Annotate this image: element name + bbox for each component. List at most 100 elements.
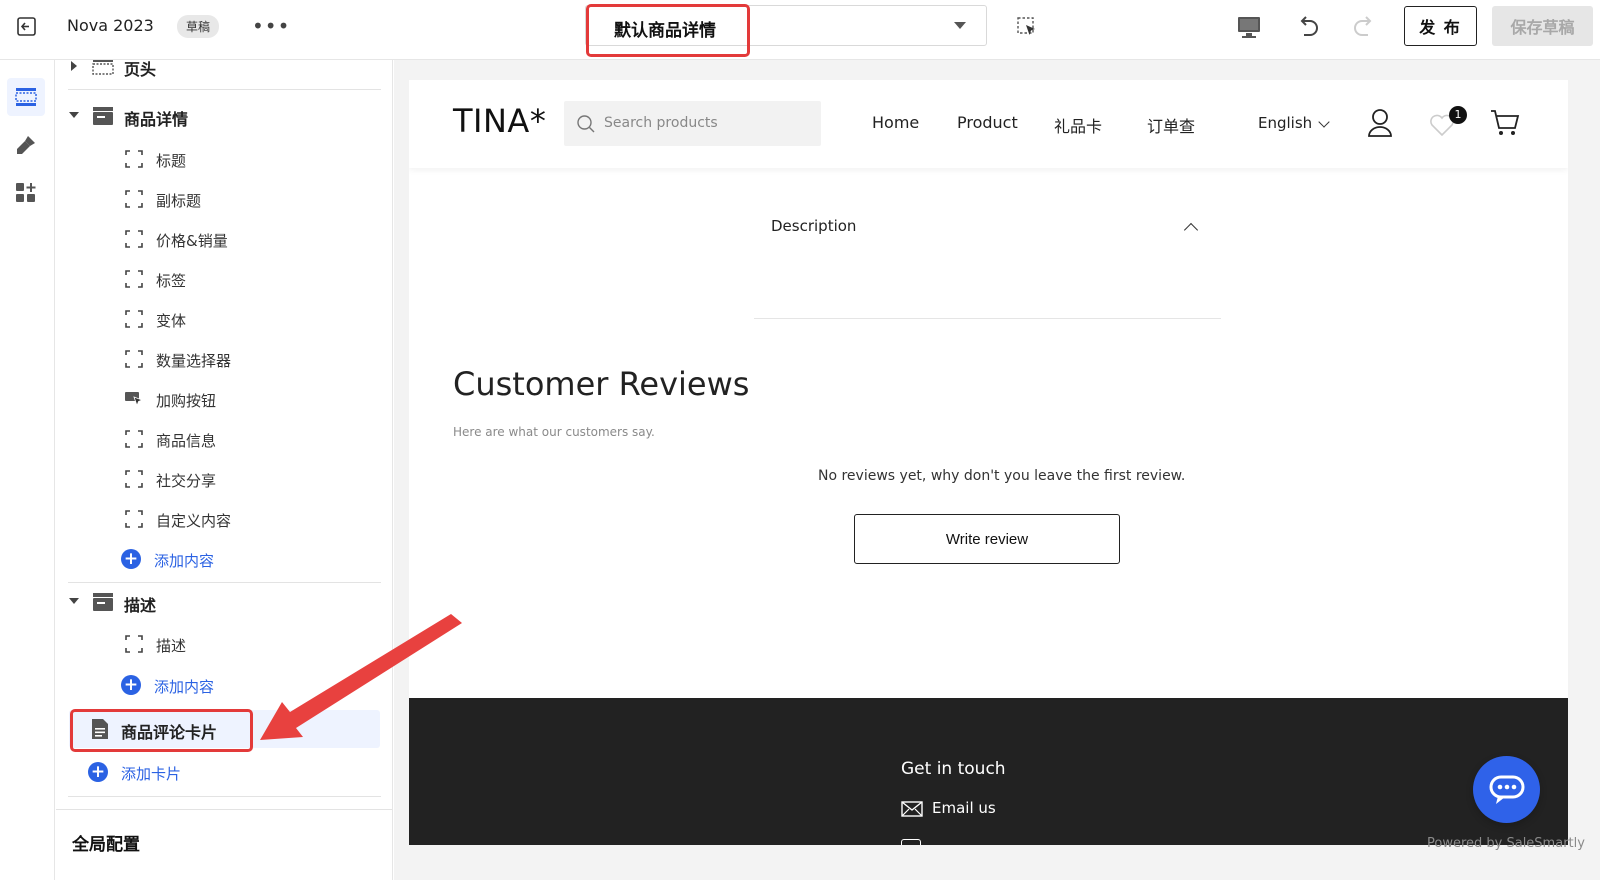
storefront-preview: TINA* Search products Home Product 礼品卡 订… bbox=[409, 80, 1568, 845]
block-item[interactable]: 加购按钮 bbox=[56, 383, 392, 415]
store-footer: Get in touch Email us bbox=[409, 698, 1568, 845]
block-item[interactable]: 数量选择器 bbox=[56, 343, 392, 375]
chevron-up-icon[interactable] bbox=[1183, 222, 1199, 238]
top-toolbar: Nova 2023 草稿 ••• 默认商品详情 发 布 保存草稿 bbox=[0, 0, 1600, 60]
block-item[interactable]: 描述 bbox=[56, 628, 392, 660]
divider bbox=[68, 89, 381, 90]
block-bracket-icon bbox=[125, 430, 143, 448]
block-item[interactable]: 价格&销量 bbox=[56, 223, 392, 255]
add-content-label: 添加内容 bbox=[154, 552, 215, 570]
block-label: 商品信息 bbox=[156, 432, 217, 450]
account-icon[interactable] bbox=[1367, 108, 1393, 138]
group-header[interactable]: 页头 bbox=[56, 60, 392, 82]
add-card-button[interactable]: + 添加卡片 bbox=[56, 756, 392, 788]
global-config-heading[interactable]: 全局配置 bbox=[72, 830, 140, 855]
block-bracket-icon bbox=[125, 190, 143, 208]
annotation-highlight-card bbox=[70, 709, 253, 752]
layout-sections-icon bbox=[15, 88, 37, 106]
block-label: 描述 bbox=[156, 637, 187, 655]
more-menu-button[interactable]: ••• bbox=[252, 14, 290, 38]
chevron-down-icon bbox=[1318, 116, 1330, 128]
block-item[interactable]: 自定义内容 bbox=[56, 503, 392, 535]
element-picker-icon[interactable] bbox=[1016, 16, 1038, 38]
footer-title: Get in touch bbox=[901, 759, 1006, 779]
add-content-button[interactable]: + 添加内容 bbox=[56, 543, 392, 575]
search-placeholder: Search products bbox=[604, 115, 718, 131]
add-card-label: 添加卡片 bbox=[121, 765, 182, 783]
block-bracket-icon bbox=[125, 230, 143, 248]
group-label: 描述 bbox=[124, 596, 157, 615]
nav-gift-card[interactable]: 礼品卡 bbox=[1054, 113, 1102, 137]
annotation-highlight-template bbox=[586, 4, 750, 57]
reviews-subtitle: Here are what our customers say. bbox=[453, 425, 655, 439]
add-content-button[interactable]: + 添加内容 bbox=[56, 669, 392, 701]
store-logo[interactable]: TINA* bbox=[453, 102, 546, 140]
chevron-down-icon[interactable] bbox=[69, 598, 79, 604]
store-header: TINA* Search products Home Product 礼品卡 订… bbox=[409, 80, 1568, 168]
block-bracket-icon bbox=[125, 510, 143, 528]
block-label: 社交分享 bbox=[156, 472, 217, 490]
divider bbox=[754, 318, 1221, 319]
rail-sections-tab[interactable] bbox=[7, 78, 45, 116]
block-item[interactable]: 社交分享 bbox=[56, 463, 392, 495]
sections-panel: 页头 商品详情 标题副标题价格&销量标签变体数量选择器加购按钮商品信息社交分享自… bbox=[56, 60, 393, 880]
nav-home[interactable]: Home bbox=[872, 113, 919, 132]
publish-button[interactable]: 发 布 bbox=[1404, 6, 1477, 46]
chat-bubble-icon bbox=[1489, 775, 1525, 804]
rail-theme-tab[interactable] bbox=[7, 126, 45, 164]
footer-email-link[interactable]: Email us bbox=[932, 799, 996, 817]
divider bbox=[68, 582, 381, 583]
search-input[interactable]: Search products bbox=[564, 101, 821, 146]
preview-canvas: TINA* Search products Home Product 礼品卡 订… bbox=[394, 60, 1600, 880]
apps-add-icon bbox=[16, 183, 36, 202]
theme-brush-icon bbox=[17, 136, 35, 154]
save-draft-button[interactable]: 保存草稿 bbox=[1492, 6, 1593, 46]
exit-editor-icon[interactable] bbox=[14, 14, 40, 40]
reviews-title: Customer Reviews bbox=[453, 365, 750, 403]
search-icon bbox=[577, 115, 595, 133]
desktop-preview-icon[interactable] bbox=[1236, 15, 1262, 39]
wishlist-count-badge: 1 bbox=[1449, 106, 1467, 124]
block-item[interactable]: 标题 bbox=[56, 143, 392, 175]
language-select[interactable]: English bbox=[1258, 114, 1312, 132]
block-item[interactable]: 变体 bbox=[56, 303, 392, 335]
email-icon bbox=[901, 801, 923, 817]
group-label: 页头 bbox=[124, 60, 157, 79]
section-box-icon bbox=[93, 107, 113, 125]
block-label: 变体 bbox=[156, 312, 187, 330]
nav-product[interactable]: Product bbox=[957, 113, 1018, 132]
description-accordion-title[interactable]: Description bbox=[771, 217, 856, 235]
draft-badge: 草稿 bbox=[177, 15, 220, 38]
block-bracket-icon bbox=[125, 150, 143, 168]
cart-icon[interactable] bbox=[1490, 109, 1520, 137]
group-product-detail[interactable]: 商品详情 bbox=[56, 102, 392, 132]
chat-widget-button[interactable] bbox=[1473, 756, 1540, 823]
block-bracket-icon bbox=[125, 270, 143, 288]
block-bracket-icon bbox=[125, 470, 143, 488]
block-bracket-icon bbox=[125, 310, 143, 328]
chat-line-icon bbox=[901, 839, 921, 845]
write-review-button[interactable]: Write review bbox=[854, 514, 1120, 564]
redo-icon[interactable] bbox=[1350, 12, 1378, 40]
block-item[interactable]: 商品信息 bbox=[56, 423, 392, 455]
add-content-label: 添加内容 bbox=[154, 678, 215, 696]
undo-icon[interactable] bbox=[1294, 12, 1322, 40]
block-label: 价格&销量 bbox=[156, 232, 228, 250]
chevron-down-icon bbox=[954, 22, 966, 29]
group-description[interactable]: 描述 bbox=[56, 588, 392, 618]
block-label: 副标题 bbox=[156, 192, 202, 210]
rail-apps-tab[interactable] bbox=[7, 174, 45, 212]
chevron-down-icon[interactable] bbox=[69, 112, 79, 118]
group-label: 商品详情 bbox=[124, 110, 189, 129]
header-section-icon bbox=[92, 60, 114, 75]
block-item[interactable]: 副标题 bbox=[56, 183, 392, 215]
block-label: 标题 bbox=[156, 152, 187, 170]
plus-circle-icon: + bbox=[121, 549, 141, 569]
block-item[interactable]: 标签 bbox=[56, 263, 392, 295]
app-title: Nova 2023 bbox=[67, 16, 154, 35]
chevron-right-icon[interactable] bbox=[71, 61, 77, 71]
nav-order-lookup[interactable]: 订单查 bbox=[1147, 113, 1195, 137]
left-rail bbox=[0, 60, 55, 880]
block-bracket-icon bbox=[125, 350, 143, 368]
block-bracket-icon bbox=[125, 635, 143, 653]
